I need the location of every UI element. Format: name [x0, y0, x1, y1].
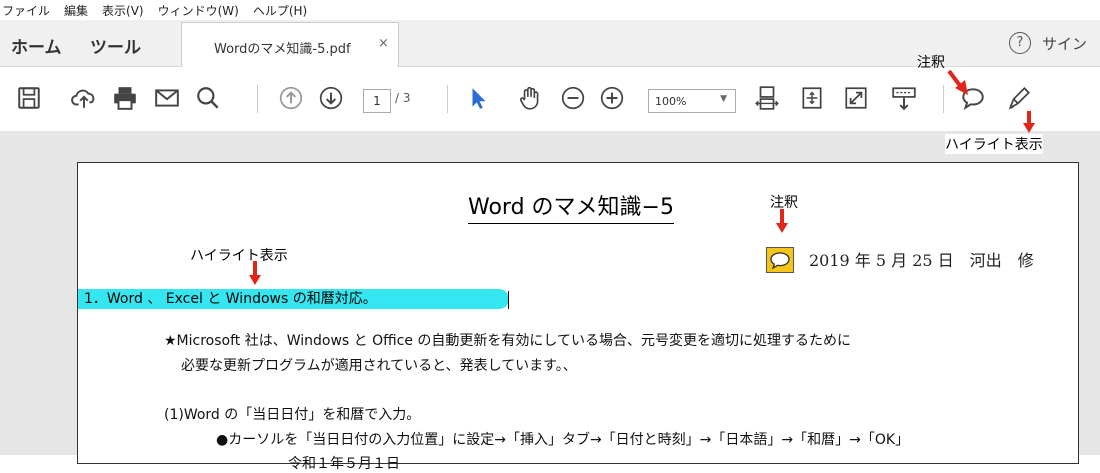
- help-icon[interactable]: ?: [1009, 32, 1031, 54]
- menu-file[interactable]: ファイル: [2, 2, 50, 19]
- highlight-annotation-label-doc: ハイライト表示: [190, 245, 288, 265]
- print-icon[interactable]: [110, 83, 140, 113]
- fit-page-icon[interactable]: [797, 83, 827, 113]
- fit-width-icon[interactable]: [752, 83, 782, 113]
- text-cursor: [508, 291, 509, 309]
- hand-icon[interactable]: [515, 83, 545, 113]
- page-down-icon[interactable]: [316, 83, 346, 113]
- note-annotation-label-top: 注釈: [917, 55, 945, 71]
- pdf-page[interactable]: Word のマメ知識−5 2019 年 5 月 25 日 河出 修 1．Word…: [77, 162, 1079, 472]
- page-up-icon[interactable]: [276, 83, 306, 113]
- highlight-annotation-label-top: ハイライト表示: [945, 134, 1043, 154]
- document-title: Word のマメ知識−5: [468, 189, 674, 224]
- body-text: 令和１年５月１日: [288, 456, 400, 472]
- search-icon[interactable]: [193, 83, 223, 113]
- document-workspace[interactable]: Word のマメ知識−5 2019 年 5 月 25 日 河出 修 1．Word…: [0, 131, 1100, 472]
- toolbar: 1 / 3 100% ▼: [0, 67, 1100, 131]
- tab-home[interactable]: ホーム: [11, 33, 62, 58]
- zoom-out-icon[interactable]: [558, 83, 588, 113]
- section-heading: (1)Word の「当日日付」を和暦で入力。: [164, 407, 421, 423]
- chevron-down-icon: ▼: [720, 94, 727, 104]
- menu-window[interactable]: ウィンドウ(W): [158, 2, 239, 19]
- close-tab-icon[interactable]: ×: [378, 36, 389, 51]
- note-annotation-icon[interactable]: [766, 247, 794, 273]
- toolbar-divider: [257, 85, 258, 113]
- zoom-in-icon[interactable]: [597, 83, 627, 113]
- menu-help[interactable]: ヘルプ(H): [253, 2, 307, 19]
- scroll-icon[interactable]: [889, 83, 919, 113]
- body-text: ●カーソルを「当日日付の入力位置」に設定→「挿入」タブ→「日付と時刻」→「日本語…: [216, 432, 910, 448]
- body-text: 必要な更新プログラムが適用されていると、発表しています。、: [181, 358, 577, 374]
- menu-edit[interactable]: 編集: [64, 2, 88, 19]
- zoom-value: 100%: [655, 95, 687, 108]
- document-tab-label: Wordのマメ知識-5.pdf: [214, 42, 351, 57]
- upload-icon[interactable]: [69, 83, 99, 113]
- zoom-select[interactable]: 100% ▼: [648, 89, 736, 113]
- toolbar-divider: [447, 85, 448, 113]
- fullscreen-icon[interactable]: [841, 83, 871, 113]
- red-arrow-icon: [249, 261, 261, 285]
- page-total: / 3: [395, 91, 411, 105]
- red-arrow-icon: [776, 209, 788, 233]
- red-arrow-icon: [1023, 111, 1035, 133]
- email-icon[interactable]: [152, 83, 182, 113]
- sign-button[interactable]: サイン: [1042, 33, 1087, 54]
- date-author-line: 2019 年 5 月 25 日 河出 修: [809, 251, 1034, 270]
- tab-tools[interactable]: ツール: [90, 33, 141, 58]
- save-icon[interactable]: [14, 83, 44, 113]
- body-text: ★Microsoft 社は、Windows と Office の自動更新を有効に…: [164, 333, 851, 349]
- select-icon[interactable]: [464, 83, 494, 113]
- menu-view[interactable]: 表示(V): [102, 2, 144, 19]
- highlighted-heading[interactable]: 1．Word 、 Excel と Windows の和暦対応。: [78, 289, 509, 309]
- red-arrow-icon: [947, 69, 968, 95]
- page-number-input[interactable]: 1: [363, 89, 391, 113]
- toolbar-divider: [943, 85, 944, 113]
- tab-document[interactable]: Wordのマメ知識-5.pdf ×: [181, 22, 399, 67]
- menu-bar: ファイル 編集 表示(V) ウィンドウ(W) ヘルプ(H): [0, 0, 1100, 20]
- highlight-icon[interactable]: [1004, 83, 1034, 113]
